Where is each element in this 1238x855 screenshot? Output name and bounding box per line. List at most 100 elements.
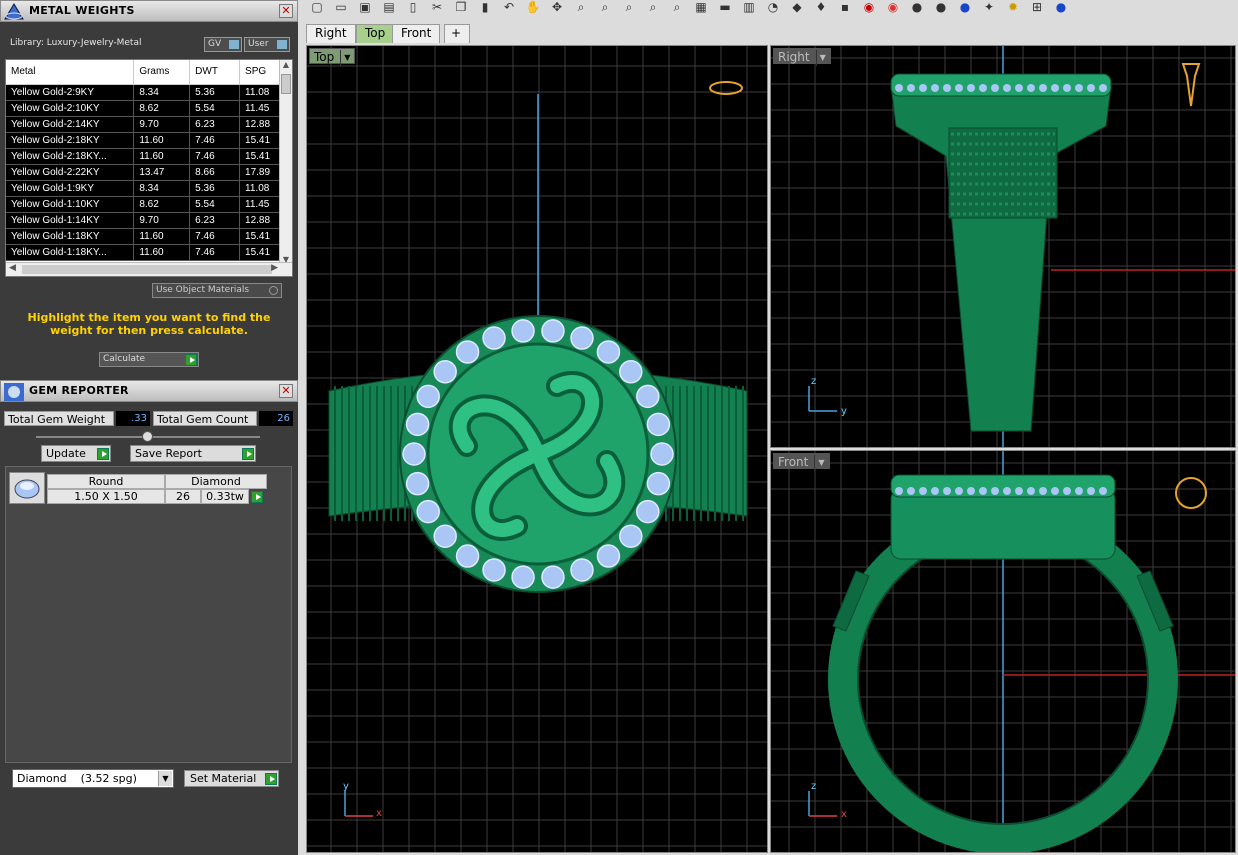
save-icon[interactable]: ▣ xyxy=(356,0,374,14)
table-horizontal-scrollbar[interactable]: ◀ ▶ xyxy=(6,262,292,276)
gem-reporter-icon xyxy=(3,382,25,402)
new-file-icon[interactable]: ▢ xyxy=(308,0,326,14)
paste-icon[interactable]: ▮ xyxy=(476,0,494,14)
table-row[interactable]: Yellow Gold-1:18KY 11.60 7.46 15.41 xyxy=(6,228,280,245)
front-viewport-label[interactable]: Front ▼ xyxy=(773,453,830,471)
set-material-label: Set Material xyxy=(190,772,257,785)
right-viewport-label[interactable]: Right ▼ xyxy=(773,48,831,66)
open-folder-icon[interactable]: ▭ xyxy=(332,0,350,14)
gray-sphere-icon[interactable]: ● xyxy=(908,0,926,14)
zoom-target-icon[interactable]: ⌕ xyxy=(668,0,686,14)
undo-icon[interactable]: ↶ xyxy=(500,0,518,14)
save-report-button[interactable]: Save Report xyxy=(130,445,256,462)
chevron-down-icon[interactable]: ▼ xyxy=(158,771,172,786)
zoom-extents-icon[interactable]: ⌕ xyxy=(620,0,638,14)
axis-y-label: y xyxy=(343,781,349,792)
hierarchy-icon[interactable]: ⊞ xyxy=(1028,0,1046,14)
chevron-down-icon[interactable]: ▼ xyxy=(815,49,826,66)
car-icon[interactable]: ▬ xyxy=(716,0,734,14)
rotate-icon[interactable]: ✥ xyxy=(548,0,566,14)
column-header-grams[interactable]: Grams xyxy=(133,60,191,85)
diamond-stone xyxy=(619,360,643,384)
table-row[interactable]: Yellow Gold-2:18KY 11.60 7.46 15.41 xyxy=(6,132,280,149)
table-row[interactable]: Yellow Gold-2:10KY 8.62 5.54 11.45 xyxy=(6,100,280,117)
gray-sphere-icon[interactable]: ● xyxy=(932,0,950,14)
zoom-icon[interactable]: ⌕ xyxy=(572,0,590,14)
metal-weights-titlebar[interactable]: METAL WEIGHTS ✕ xyxy=(0,0,298,22)
table-row[interactable]: Yellow Gold-1:9KY 8.34 5.36 11.08 xyxy=(6,180,280,197)
diamond-stone xyxy=(511,565,535,589)
diamond-stone xyxy=(907,487,915,495)
table-vertical-scrollbar[interactable]: ▲ ▼ xyxy=(279,60,292,264)
top-viewport-label[interactable]: Top ▼ xyxy=(309,48,356,66)
cut-icon[interactable]: ✂ xyxy=(428,0,446,14)
gem-reporter-titlebar[interactable]: GEM REPORTER ✕ xyxy=(0,380,298,402)
dwt-cell: 6.23 xyxy=(189,116,241,133)
metal-weights-icon xyxy=(3,2,25,22)
table-row[interactable]: Yellow Gold-2:14KY 9.70 6.23 12.88 xyxy=(6,116,280,133)
copy-icon[interactable]: ❐ xyxy=(452,0,470,14)
select-icon[interactable]: ◆ xyxy=(788,0,806,14)
tab-right[interactable]: Right xyxy=(306,24,356,43)
help-icon[interactable]: ● xyxy=(1052,0,1070,14)
diamond-stone xyxy=(482,558,506,582)
right-viewport[interactable]: Right ▼ z y xyxy=(770,45,1236,448)
calculate-hint: Highlight the item you want to find the … xyxy=(27,311,271,337)
grid-icon[interactable]: ▦ xyxy=(692,0,710,14)
layout-icon[interactable]: ▥ xyxy=(740,0,758,14)
table-row[interactable]: Yellow Gold-2:18KY... 11.60 7.46 15.41 xyxy=(6,148,280,165)
update-button[interactable]: Update xyxy=(41,445,111,462)
column-header-metal[interactable]: Metal xyxy=(6,60,135,85)
right-viewport-label-text: Right xyxy=(778,50,810,64)
gv-toggle[interactable]: GV xyxy=(204,37,242,52)
grams-cell: 13.47 xyxy=(133,164,191,181)
calculate-button[interactable]: Calculate xyxy=(99,352,199,367)
wand-icon[interactable]: ✦ xyxy=(980,0,998,14)
snap-icon[interactable]: ◔ xyxy=(764,0,782,14)
material-select[interactable]: Diamond (3.52 spg) ▼ xyxy=(12,769,174,788)
diamond-stone xyxy=(919,487,927,495)
total-gem-weight-label: Total Gem Weight xyxy=(4,411,114,426)
gem-play-button[interactable] xyxy=(251,491,263,503)
set-material-button[interactable]: Set Material xyxy=(184,770,279,787)
gear-icon[interactable]: ✹ xyxy=(1004,0,1022,14)
close-icon[interactable]: ✕ xyxy=(279,384,293,398)
zoom-window-icon[interactable]: ⌕ xyxy=(596,0,614,14)
slider-knob[interactable] xyxy=(142,431,153,442)
table-row[interactable]: Yellow Gold-1:18KY... 11.60 7.46 15.41 xyxy=(6,244,280,261)
diamond-stone xyxy=(1063,84,1071,92)
diamond-stone xyxy=(570,558,594,582)
layers-icon[interactable]: ◉ xyxy=(860,0,878,14)
print-icon[interactable]: ▤ xyxy=(380,0,398,14)
table-row[interactable]: Yellow Gold-1:10KY 8.62 5.54 11.45 xyxy=(6,196,280,213)
close-icon[interactable]: ✕ xyxy=(279,4,293,18)
front-viewport[interactable]: Front ▼ z x xyxy=(770,450,1236,853)
gem-slider[interactable] xyxy=(36,431,260,442)
color-wheel-icon[interactable]: ◉ xyxy=(884,0,902,14)
diamond-stone xyxy=(895,84,903,92)
pan-hand-icon[interactable]: ✋ xyxy=(524,0,542,14)
user-toggle[interactable]: User xyxy=(244,37,290,52)
add-tab-button[interactable]: + xyxy=(444,24,470,43)
chevron-down-icon[interactable]: ▼ xyxy=(814,454,825,471)
diamond-stone xyxy=(402,442,426,466)
light-icon[interactable]: ♦ xyxy=(812,0,830,14)
metal-table[interactable]: Metal Grams DWT SPG Yellow Gold-2:9KY 8.3… xyxy=(5,59,293,277)
top-viewport[interactable]: Top ▼ y x xyxy=(306,45,768,853)
gem-thumbnail[interactable] xyxy=(9,472,45,504)
table-row[interactable]: Yellow Gold-2:9KY 8.34 5.36 11.08 xyxy=(6,84,280,101)
diamond-stone xyxy=(1003,84,1011,92)
chevron-down-icon[interactable]: ▼ xyxy=(340,49,350,66)
use-object-materials-label: Use Object Materials xyxy=(156,285,250,295)
use-object-materials-toggle[interactable]: Use Object Materials xyxy=(152,283,282,298)
tool-icon[interactable]: ▪ xyxy=(836,0,854,14)
tab-front[interactable]: Front xyxy=(392,24,441,43)
table-row[interactable]: Yellow Gold-2:22KY 13.47 8.66 17.89 xyxy=(6,164,280,181)
column-header-dwt[interactable]: DWT xyxy=(189,60,241,85)
table-row[interactable]: Yellow Gold-1:14KY 9.70 6.23 12.88 xyxy=(6,212,280,229)
page-icon[interactable]: ▯ xyxy=(404,0,422,14)
column-header-spg[interactable]: SPG xyxy=(239,60,280,85)
tab-top[interactable]: Top xyxy=(356,24,395,43)
zoom-selected-icon[interactable]: ⌕ xyxy=(644,0,662,14)
blue-sphere-icon[interactable]: ● xyxy=(956,0,974,14)
